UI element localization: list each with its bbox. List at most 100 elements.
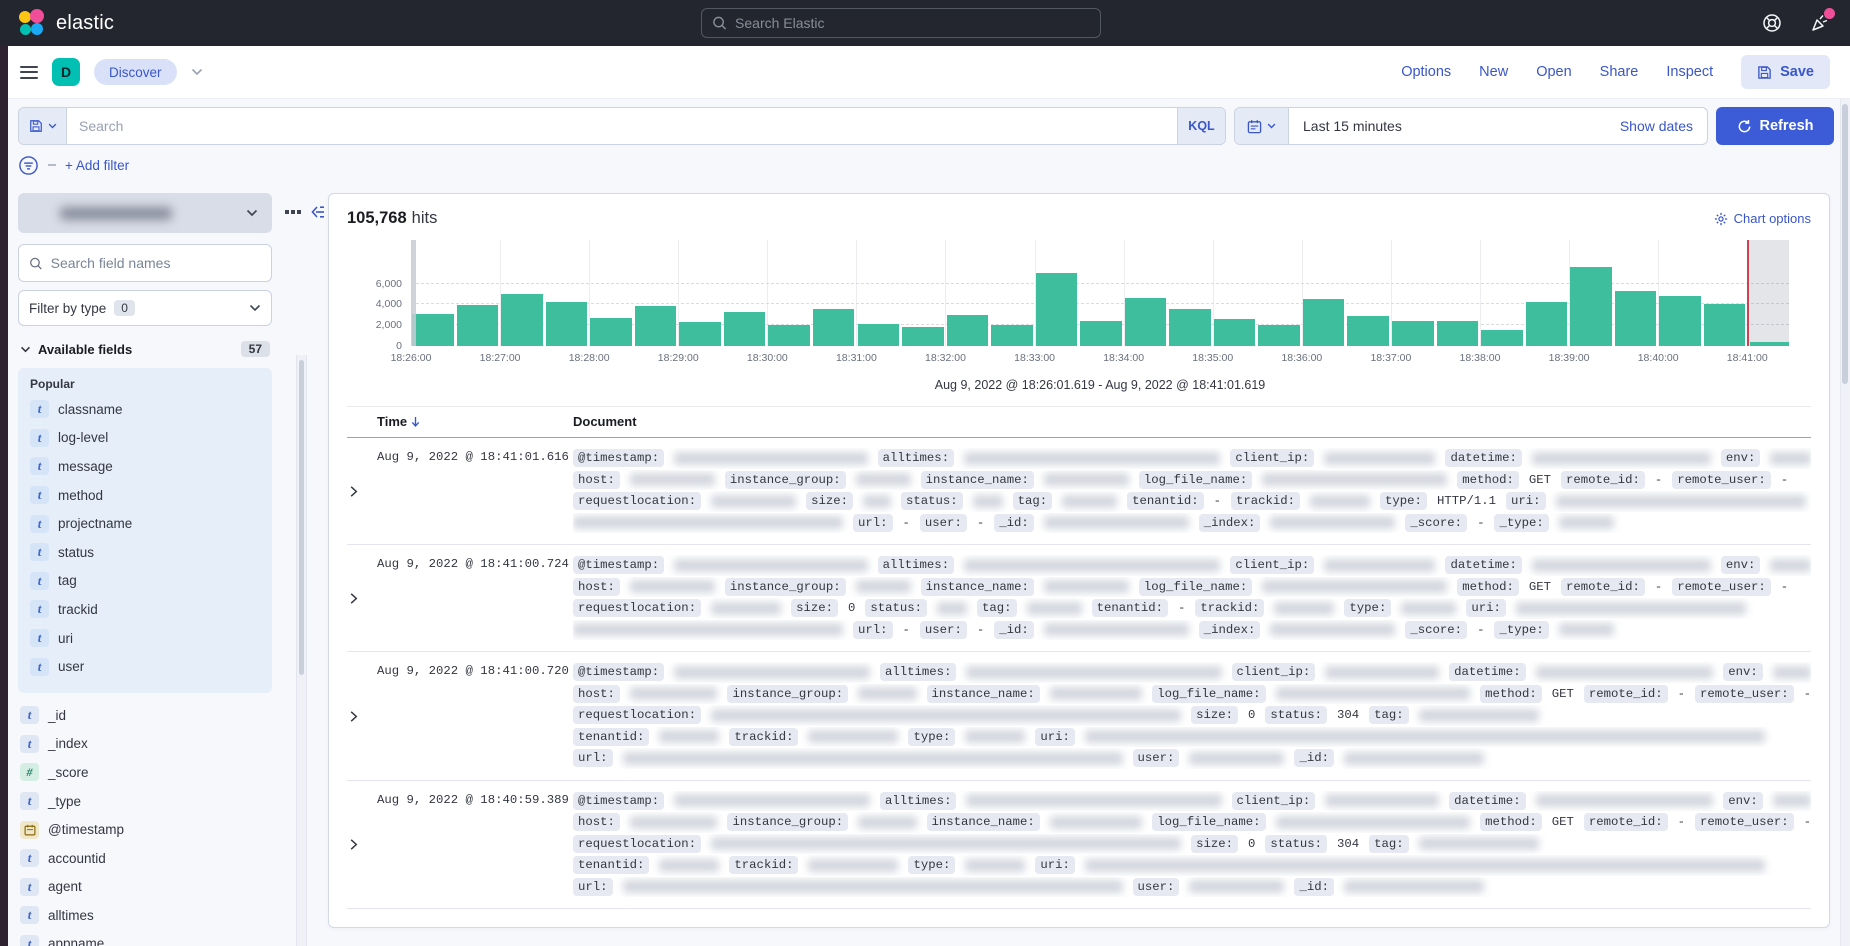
date-quick-select-button[interactable] xyxy=(1235,108,1289,144)
page-scrollbar[interactable] xyxy=(1840,46,1850,946)
nav-link-options[interactable]: Options xyxy=(1401,64,1451,80)
data-view-picker[interactable] xyxy=(18,193,272,233)
histogram-bar[interactable] xyxy=(1303,299,1345,346)
field-item-@timestamp[interactable]: @timestamp xyxy=(18,815,272,844)
query-input[interactable] xyxy=(67,108,1177,144)
histogram-bar[interactable] xyxy=(1347,316,1389,346)
expand-row-button[interactable] xyxy=(347,555,377,640)
x-axis-tick-label: 18:39:00 xyxy=(1549,352,1590,364)
expand-row-button[interactable] xyxy=(347,662,377,769)
histogram-bar[interactable] xyxy=(768,325,810,346)
time-column-header[interactable]: Time xyxy=(377,414,573,429)
histogram-bar[interactable] xyxy=(501,294,543,346)
field-search-input[interactable] xyxy=(51,255,261,271)
histogram-bar[interactable] xyxy=(590,318,632,346)
histogram-bar-partial[interactable] xyxy=(1750,342,1789,346)
field-settings-icon[interactable] xyxy=(285,210,301,214)
nav-link-inspect[interactable]: Inspect xyxy=(1666,64,1713,80)
doc-field-name: _id: xyxy=(994,621,1034,639)
saved-filters-icon[interactable] xyxy=(18,155,39,176)
field-item-method[interactable]: tmethod xyxy=(28,481,262,510)
saved-query-menu-button[interactable] xyxy=(19,108,67,144)
news-feed-icon[interactable] xyxy=(1808,11,1832,35)
save-button[interactable]: Save xyxy=(1741,55,1830,89)
field-item-message[interactable]: tmessage xyxy=(28,452,262,481)
doc-field-name: user: xyxy=(1133,878,1180,896)
menu-icon[interactable] xyxy=(20,66,38,79)
redacted-value xyxy=(630,816,718,829)
row-document-summary: @timestamp:alltimes:client_ip:datetime:e… xyxy=(573,555,1811,640)
field-item-agent[interactable]: tagent xyxy=(18,873,272,902)
field-item-_index[interactable]: t_index xyxy=(18,730,272,759)
histogram-bar[interactable] xyxy=(1125,298,1167,346)
refresh-button[interactable]: Refresh xyxy=(1716,107,1834,145)
histogram-bar[interactable] xyxy=(546,302,588,346)
field-item-log-level[interactable]: tlog-level xyxy=(28,424,262,453)
global-search[interactable] xyxy=(701,8,1101,38)
field-item-classname[interactable]: tclassname xyxy=(28,395,262,424)
chevron-right-icon xyxy=(347,838,360,851)
chart-options-button[interactable]: Chart options xyxy=(1714,211,1811,226)
field-item-uri[interactable]: turi xyxy=(28,624,262,653)
breadcrumb[interactable]: Discover xyxy=(94,59,177,85)
show-dates-button[interactable]: Show dates xyxy=(1620,108,1707,144)
field-item-alltimes[interactable]: talltimes xyxy=(18,901,272,930)
time-range-value[interactable]: Last 15 minutes xyxy=(1289,108,1620,144)
collapse-sidebar-icon[interactable] xyxy=(310,204,326,220)
expand-row-button[interactable] xyxy=(347,448,377,533)
histogram-bar[interactable] xyxy=(1258,325,1300,346)
chevron-right-icon xyxy=(347,710,360,723)
filter-by-type-button[interactable]: Filter by type 0 xyxy=(18,290,272,326)
nav-link-open[interactable]: Open xyxy=(1536,64,1571,80)
sidebar-scrollbar[interactable] xyxy=(296,355,307,946)
expand-row-button[interactable] xyxy=(347,791,377,898)
histogram-bar[interactable] xyxy=(813,309,855,346)
histogram-bar[interactable] xyxy=(412,314,454,346)
field-item-tag[interactable]: ttag xyxy=(28,567,262,596)
chevron-down-icon xyxy=(48,123,57,129)
histogram-bar[interactable] xyxy=(1080,321,1122,346)
query-language-button[interactable]: KQL xyxy=(1177,108,1225,144)
space-avatar[interactable]: D xyxy=(52,58,80,86)
field-item-_id[interactable]: t_id xyxy=(18,701,272,730)
histogram-bar[interactable] xyxy=(635,306,677,346)
available-fields-header[interactable]: Available fields 57 xyxy=(18,341,272,357)
global-search-input[interactable] xyxy=(735,15,1090,31)
histogram-bar[interactable] xyxy=(1526,302,1568,346)
field-item-_type[interactable]: t_type xyxy=(18,787,272,816)
histogram-bar[interactable] xyxy=(679,322,721,346)
histogram-bar[interactable] xyxy=(858,324,900,346)
field-item-status[interactable]: tstatus xyxy=(28,538,262,567)
histogram-bar[interactable] xyxy=(1169,309,1211,346)
field-name: _index xyxy=(48,736,88,751)
histogram-bar[interactable] xyxy=(457,305,499,346)
histogram-bar[interactable] xyxy=(1437,321,1479,346)
histogram-bar[interactable] xyxy=(1036,273,1078,346)
histogram-bar[interactable] xyxy=(991,325,1033,346)
histogram-bar[interactable] xyxy=(1659,296,1701,346)
nav-link-new[interactable]: New xyxy=(1479,64,1508,80)
type-filter-count-badge: 0 xyxy=(114,300,135,316)
nav-link-share[interactable]: Share xyxy=(1600,64,1639,80)
chevron-down-icon[interactable] xyxy=(191,68,203,76)
field-item-_score[interactable]: #_score xyxy=(18,758,272,787)
field-item-appname[interactable]: tappname xyxy=(18,930,272,946)
doc-field-name: host: xyxy=(573,578,620,596)
field-item-trackid[interactable]: ttrackid xyxy=(28,595,262,624)
histogram-bar[interactable] xyxy=(1704,304,1746,346)
elastic-logo-icon[interactable] xyxy=(18,9,46,37)
histogram-bar[interactable] xyxy=(724,312,766,346)
help-icon[interactable] xyxy=(1760,11,1784,35)
histogram-bar[interactable] xyxy=(1392,321,1434,346)
field-search[interactable] xyxy=(18,244,272,282)
histogram-bar[interactable] xyxy=(1615,291,1657,346)
field-item-user[interactable]: tuser xyxy=(28,652,262,681)
field-item-accountid[interactable]: taccountid xyxy=(18,844,272,873)
field-item-projectname[interactable]: tprojectname xyxy=(28,509,262,538)
histogram-bar[interactable] xyxy=(1570,267,1612,346)
histogram-bar[interactable] xyxy=(1214,319,1256,346)
histogram-bar[interactable] xyxy=(902,327,944,346)
add-filter-button[interactable]: + Add filter xyxy=(65,158,129,173)
histogram-bar[interactable] xyxy=(947,315,989,346)
histogram-bar[interactable] xyxy=(1481,330,1523,346)
